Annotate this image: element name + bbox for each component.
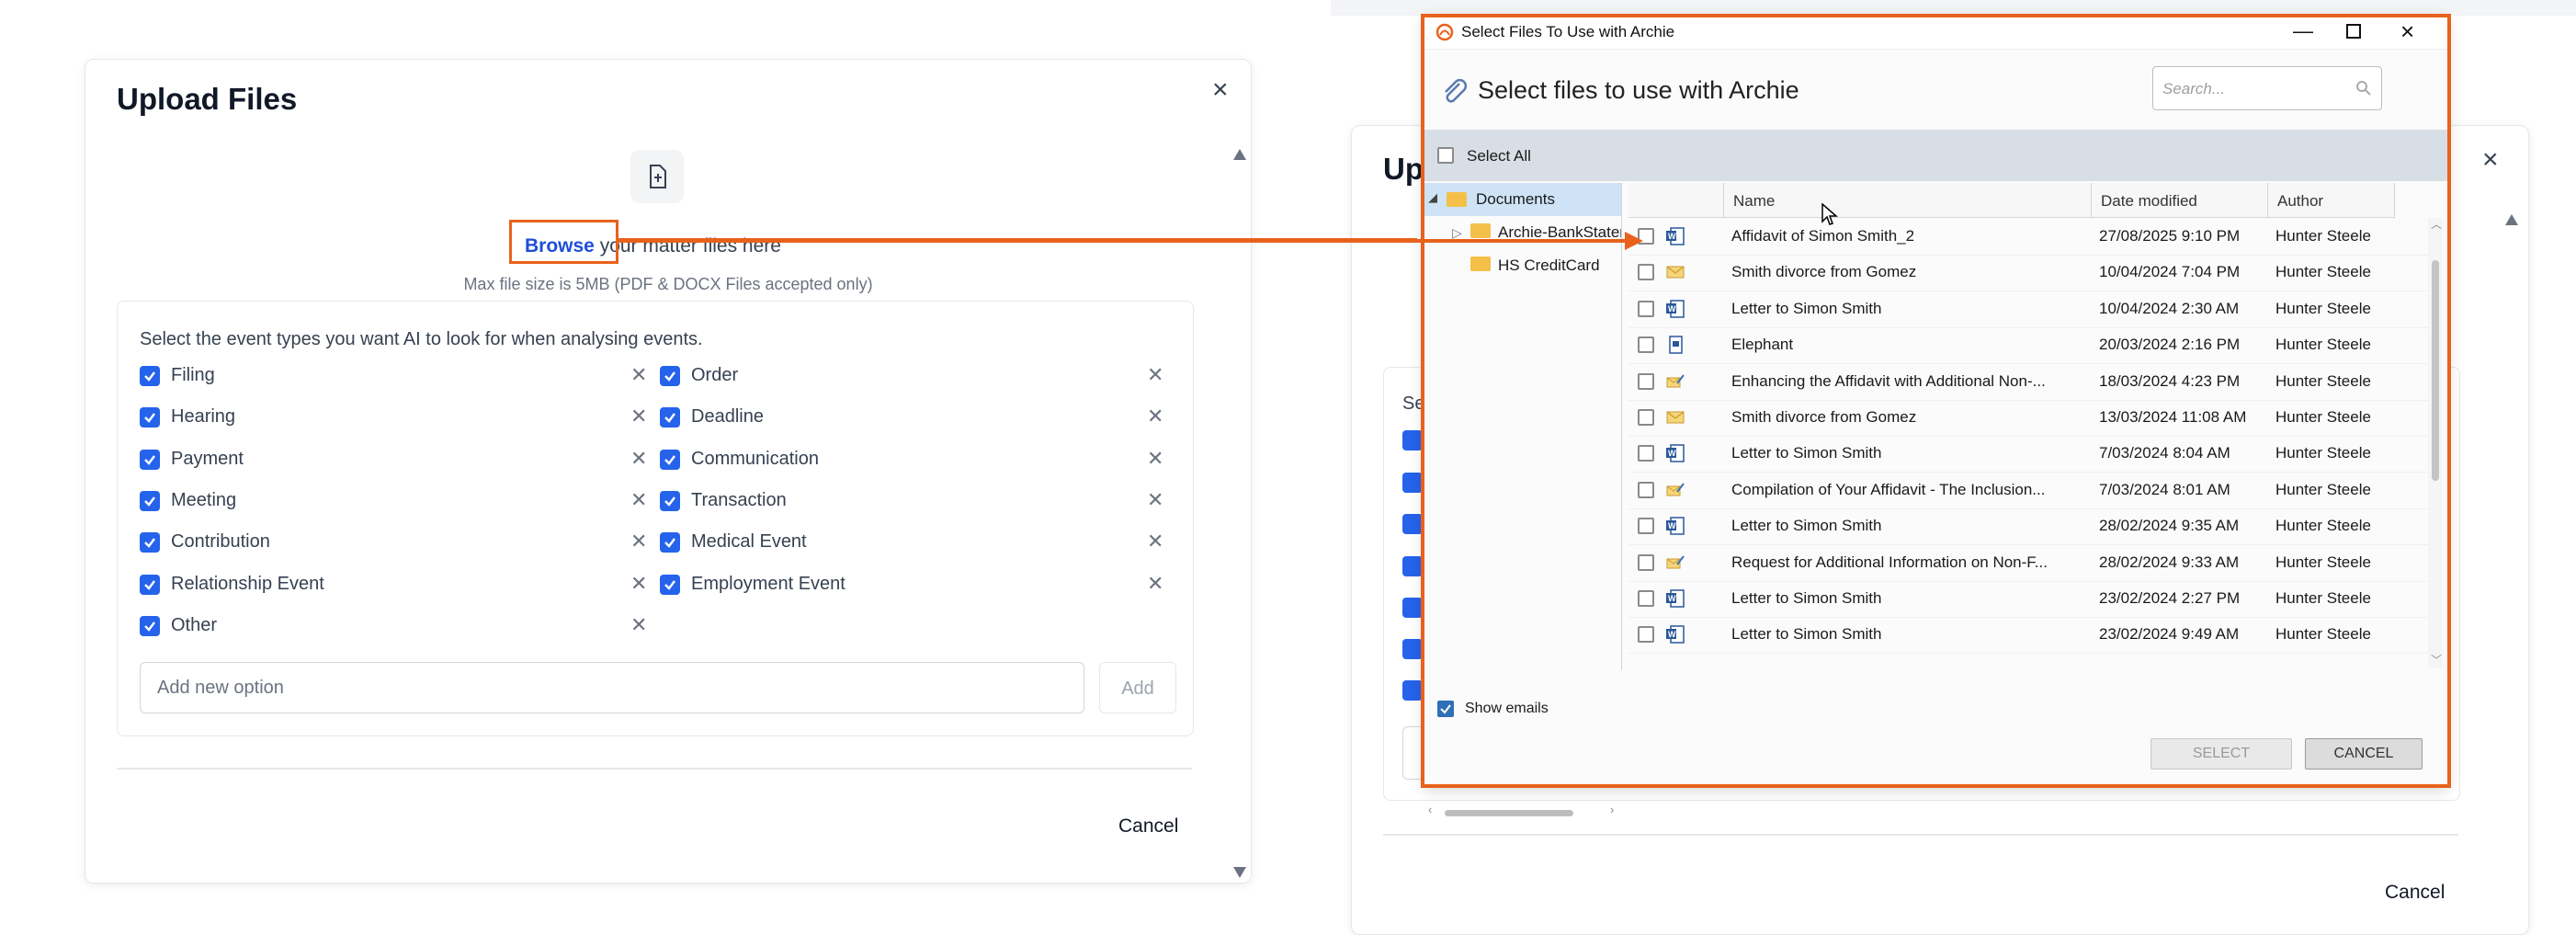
annotation-arrow [618,232,1643,250]
